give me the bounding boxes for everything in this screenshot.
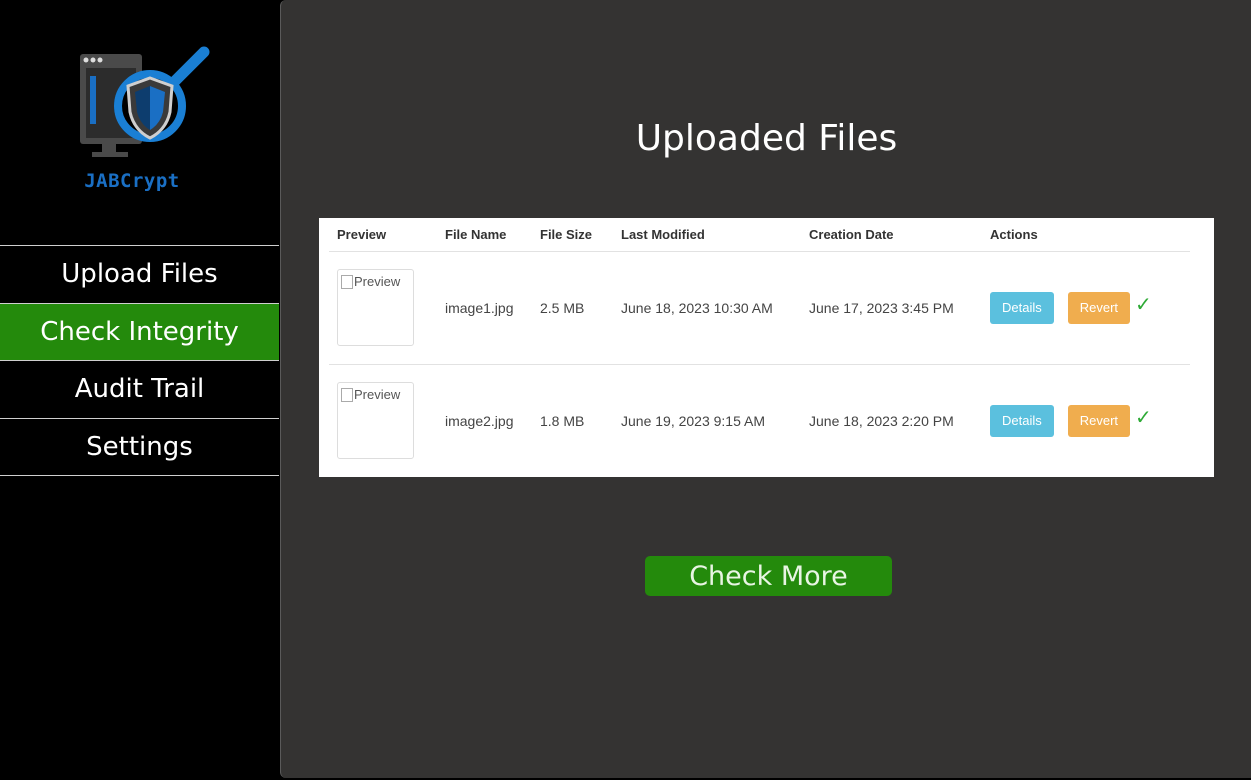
- file-size-cell: 2.5 MB: [532, 251, 613, 365]
- column-header-last-modified: Last Modified: [613, 218, 801, 252]
- last-modified-cell: June 19, 2023 9:15 AM: [621, 412, 765, 429]
- table-row: Preview image1.jpg 2.5 MB June 18, 2023 …: [329, 251, 1190, 365]
- column-header-file-name: File Name: [437, 218, 532, 252]
- details-button[interactable]: Details: [990, 291, 1054, 324]
- file-size-cell: 1.8 MB: [540, 412, 585, 429]
- column-header-actions: Actions: [982, 218, 1190, 252]
- details-button[interactable]: Details: [990, 404, 1054, 437]
- preview-alt-text: Preview: [354, 274, 401, 289]
- actions-cell: Details Revert ✓: [982, 251, 1190, 365]
- creation-date-cell: June 17, 2023 3:45 PM: [801, 251, 982, 365]
- file-name-cell: image2.jpg: [445, 412, 514, 429]
- check-more-button[interactable]: Check More: [645, 556, 892, 596]
- preview-alt-text: Preview: [354, 387, 401, 403]
- preview-thumbnail: Preview: [337, 269, 414, 346]
- table-row: Preview image2.jpg 1.8 MB June 19, 2023 …: [329, 364, 1190, 477]
- sidebar: JABCrypt Upload Files Check Integrity Au…: [0, 0, 280, 780]
- file-name-cell: image1.jpg: [437, 251, 532, 365]
- table-header-row: Preview File Name File Size Last Modifie…: [329, 218, 1190, 252]
- column-header-file-size: File Size: [532, 218, 613, 252]
- broken-image-icon: [341, 275, 353, 289]
- main-content: Uploaded Files Preview File Name File Si…: [280, 0, 1251, 778]
- revert-button[interactable]: Revert: [1067, 291, 1131, 324]
- revert-button[interactable]: Revert: [1067, 404, 1131, 437]
- preview-cell: Preview: [329, 364, 437, 477]
- column-header-preview: Preview: [329, 218, 437, 252]
- sidebar-item-settings[interactable]: Settings: [0, 419, 279, 476]
- check-icon: ✓: [1135, 294, 1152, 316]
- sidebar-nav: Upload Files Check Integrity Audit Trail…: [0, 245, 279, 476]
- sidebar-item-check-integrity[interactable]: Check Integrity: [0, 303, 279, 361]
- check-icon: ✓: [1135, 407, 1152, 430]
- files-panel: Preview File Name File Size Last Modifie…: [319, 218, 1214, 477]
- preview-cell: Preview: [329, 251, 437, 365]
- page-title: Uploaded Files: [635, 118, 898, 159]
- actions-cell: Details Revert ✓: [982, 364, 1190, 477]
- preview-thumbnail: Preview: [337, 382, 414, 460]
- last-modified-cell: June 18, 2023 10:30 AM: [613, 251, 801, 365]
- sidebar-item-audit-trail[interactable]: Audit Trail: [0, 361, 279, 419]
- creation-date-cell: June 18, 2023 2:20 PM: [809, 412, 954, 429]
- app-name: JABCrypt: [84, 170, 180, 192]
- files-table: Preview File Name File Size Last Modifie…: [329, 218, 1190, 477]
- sidebar-item-upload-files[interactable]: Upload Files: [0, 246, 279, 304]
- broken-image-icon: [341, 388, 353, 403]
- column-header-creation-date: Creation Date: [801, 218, 982, 252]
